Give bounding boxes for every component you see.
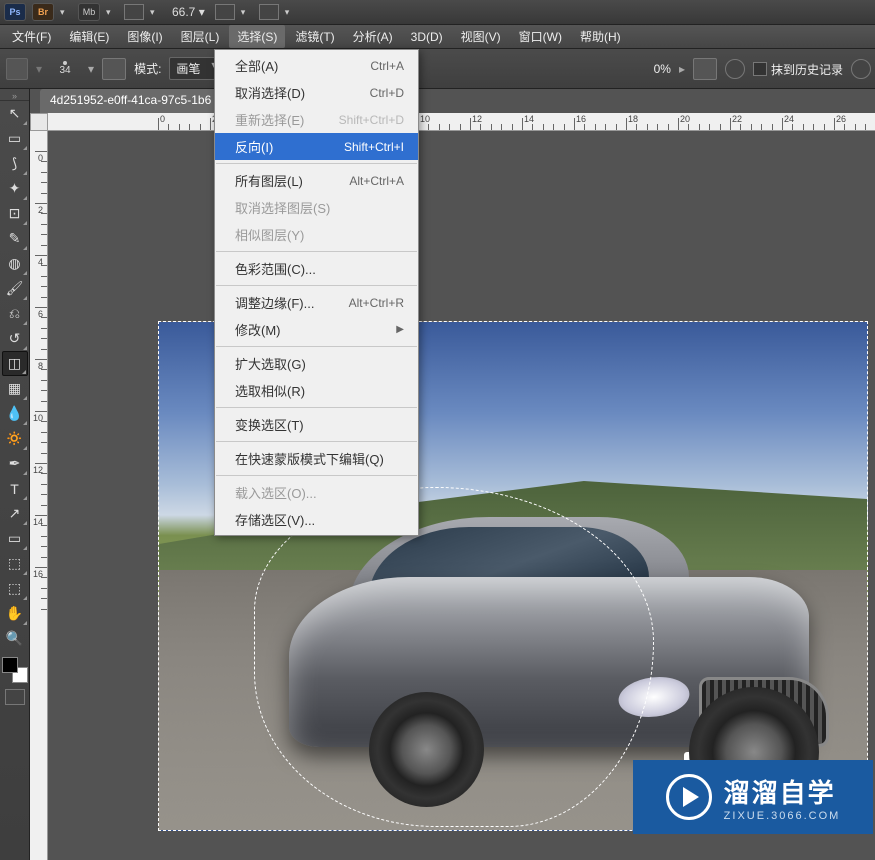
- foreground-color-swatch[interactable]: [2, 657, 18, 673]
- blur-tool[interactable]: 💧: [2, 401, 28, 426]
- quick-mask-icon[interactable]: [5, 689, 25, 705]
- chevron-down-icon[interactable]: ▾: [150, 7, 162, 18]
- menu-item-modify[interactable]: 修改(M)▶: [215, 316, 418, 343]
- menu-item-load-selection: 载入选区(O)...: [215, 479, 418, 506]
- menu-filter[interactable]: 滤镜(T): [287, 25, 342, 48]
- play-icon: [666, 774, 712, 820]
- tablet-icon[interactable]: [851, 59, 871, 79]
- shape-tool[interactable]: ▭: [2, 526, 28, 551]
- gradient-tool[interactable]: ▦: [2, 376, 28, 401]
- brush-panel-toggle-icon[interactable]: [102, 58, 126, 80]
- menu-item-quickmask-edit[interactable]: 在快速蒙版模式下编辑(Q): [215, 445, 418, 472]
- watermark-title: 溜溜自学: [724, 773, 841, 810]
- history-brush-tool[interactable]: ↺: [2, 326, 28, 351]
- 3d-tool[interactable]: ⬚: [2, 551, 28, 576]
- document-area: 4d251952-e0ff-41ca-97c5-1b6 024681012141…: [30, 89, 875, 860]
- menu-item-select-all[interactable]: 全部(A)Ctrl+A: [215, 52, 418, 79]
- menu-image[interactable]: 图像(I): [119, 25, 170, 48]
- menu-item-inverse[interactable]: 反向(I)Shift+Ctrl+I: [215, 133, 418, 160]
- horizontal-ruler[interactable]: 02468101214161820222426: [48, 113, 875, 131]
- tools-panel: » ↖ ▭ ⟆ ✦ ⊡ ✎ ◍ 🖌 ⎌ ↺ ◫ ▦ 💧 🔅 ✒ T ↗ ▭ ⬚ …: [0, 89, 30, 860]
- menu-item-similar-layers: 相似图层(Y): [215, 221, 418, 248]
- arrange-docs-icon[interactable]: [215, 4, 235, 20]
- opacity-value[interactable]: 0%: [654, 62, 671, 76]
- ruler-origin[interactable]: [30, 113, 48, 131]
- menu-item-refine-edge[interactable]: 调整边缘(F)...Alt+Ctrl+R: [215, 289, 418, 316]
- type-tool[interactable]: T: [2, 476, 28, 501]
- screen-layout-icon[interactable]: [259, 4, 279, 20]
- menu-item-grow[interactable]: 扩大选取(G): [215, 350, 418, 377]
- workspace: » ↖ ▭ ⟆ ✦ ⊡ ✎ ◍ 🖌 ⎌ ↺ ◫ ▦ 💧 🔅 ✒ T ↗ ▭ ⬚ …: [0, 89, 875, 860]
- menu-analysis[interactable]: 分析(A): [345, 25, 401, 48]
- hand-tool[interactable]: ✋: [2, 601, 28, 626]
- screen-mode-icon[interactable]: [124, 4, 144, 20]
- brush-preset-picker[interactable]: 34: [50, 54, 80, 84]
- pen-tool[interactable]: ✒: [2, 451, 28, 476]
- menu-3d[interactable]: 3D(D): [403, 27, 451, 47]
- menu-select[interactable]: 选择(S): [229, 25, 285, 48]
- brush-tool[interactable]: 🖌: [2, 276, 28, 301]
- zoom-level[interactable]: 66.7 ▾: [168, 5, 209, 19]
- eyedropper-tool[interactable]: ✎: [2, 226, 28, 251]
- menu-item-transform-selection[interactable]: 变换选区(T): [215, 411, 418, 438]
- menu-item-save-selection[interactable]: 存储选区(V)...: [215, 506, 418, 533]
- dodge-tool[interactable]: 🔅: [2, 426, 28, 451]
- marquee-tool[interactable]: ▭: [2, 126, 28, 151]
- watermark-badge: 溜溜自学 ZIXUE.3066.COM: [633, 760, 873, 834]
- menu-item-similar[interactable]: 选取相似(R): [215, 377, 418, 404]
- document-tab[interactable]: 4d251952-e0ff-41ca-97c5-1b6: [40, 89, 221, 113]
- menu-item-reselect: 重新选择(E)Shift+Ctrl+D: [215, 106, 418, 133]
- move-tool[interactable]: ↖: [2, 101, 28, 126]
- menu-help[interactable]: 帮助(H): [572, 25, 629, 48]
- stamp-tool[interactable]: ⎌: [2, 301, 28, 326]
- quick-select-tool[interactable]: ✦: [2, 176, 28, 201]
- bridge-icon[interactable]: Br: [32, 3, 54, 21]
- path-select-tool[interactable]: ↗: [2, 501, 28, 526]
- menu-window[interactable]: 窗口(W): [511, 25, 570, 48]
- menu-view[interactable]: 视图(V): [453, 25, 509, 48]
- chevron-down-icon[interactable]: ▾: [285, 7, 297, 18]
- menu-layer[interactable]: 图层(L): [173, 25, 228, 48]
- menu-item-deselect[interactable]: 取消选择(D)Ctrl+D: [215, 79, 418, 106]
- menu-item-color-range[interactable]: 色彩范围(C)...: [215, 255, 418, 282]
- menu-item-all-layers[interactable]: 所有图层(L)Alt+Ctrl+A: [215, 167, 418, 194]
- panel-grip-icon[interactable]: »: [0, 91, 29, 101]
- erase-history-checkbox[interactable]: 抹到历史记录: [753, 61, 843, 78]
- chevron-down-icon[interactable]: ▾: [106, 7, 118, 18]
- mode-label: 模式:: [134, 60, 161, 77]
- airbrush-icon[interactable]: [725, 59, 745, 79]
- crop-tool[interactable]: ⊡: [2, 201, 28, 226]
- menu-edit[interactable]: 编辑(E): [61, 25, 117, 48]
- select-menu-dropdown: 全部(A)Ctrl+A 取消选择(D)Ctrl+D 重新选择(E)Shift+C…: [214, 49, 419, 536]
- tablet-pressure-icon[interactable]: [693, 58, 717, 80]
- lasso-tool[interactable]: ⟆: [2, 151, 28, 176]
- menu-item-deselect-layers: 取消选择图层(S): [215, 194, 418, 221]
- chevron-down-icon[interactable]: ▾: [60, 7, 72, 18]
- vertical-ruler[interactable]: 0246810121416: [30, 131, 48, 860]
- menubar: 文件(F) 编辑(E) 图像(I) 图层(L) 选择(S) 滤镜(T) 分析(A…: [0, 25, 875, 49]
- 3d-camera-tool[interactable]: ⬚: [2, 576, 28, 601]
- color-swatches[interactable]: [2, 657, 28, 683]
- zoom-tool[interactable]: 🔍: [2, 626, 28, 651]
- app-logo-icon: Ps: [4, 3, 26, 21]
- chevron-down-icon[interactable]: ▾: [241, 7, 253, 18]
- app-titlebar: Ps Br ▾ Mb ▾ ▾ 66.7 ▾ ▾ ▾: [0, 0, 875, 25]
- current-tool-icon[interactable]: [6, 58, 28, 80]
- canvas[interactable]: [48, 131, 875, 860]
- mini-bridge-icon[interactable]: Mb: [78, 3, 100, 21]
- healing-tool[interactable]: ◍: [2, 251, 28, 276]
- watermark-url: ZIXUE.3066.COM: [724, 810, 841, 822]
- menu-file[interactable]: 文件(F): [4, 25, 59, 48]
- options-bar: ▾ 34 ▾ 模式: 画笔 0% ▸ 抹到历史记录: [0, 49, 875, 89]
- eraser-tool[interactable]: ◫: [2, 351, 28, 376]
- car-illustration: [269, 517, 839, 797]
